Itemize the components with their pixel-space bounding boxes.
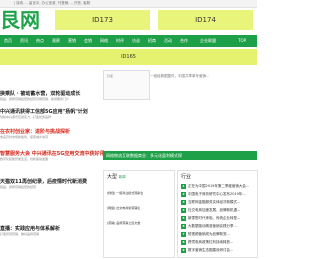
panel-item[interactable]: [财经] 一组商业模式观察全 xyxy=(107,191,143,195)
nav-item[interactable]: 网络 xyxy=(100,38,108,44)
news-title[interactable]: 智慧服务大会 中兴通讯在5G应用交流中获好评 xyxy=(0,150,104,157)
rank-item[interactable]: 2 中国电子商务研究中心发布2019年... xyxy=(181,192,246,197)
rank-item[interactable]: 1 正在为中国2019年第二季度营销大会... xyxy=(181,184,249,189)
banner-ad[interactable]: ID165 xyxy=(0,49,257,65)
rank-item[interactable]: 3 互联网金融服务实体经济新模式... xyxy=(181,200,240,205)
news-item[interactable]: 智慧服务大会 中兴通讯在5G应用交流中获好评 数字化赋能智能生活，创新驱动发展 xyxy=(0,150,104,161)
nav-item[interactable]: 首页 xyxy=(4,38,12,44)
panel-title: 行业 xyxy=(181,174,192,180)
rank-item[interactable]: 9 数字营销生态圈建设研讨会... xyxy=(181,248,233,253)
news-summary: 创新中兴通讯应用实力，打造优秀品牌 xyxy=(0,115,52,119)
feature-headline-bar[interactable]: 网络物流互联数据商业：多元化盈利模式探 xyxy=(103,151,257,160)
nav-item[interactable]: 资讯 xyxy=(20,38,28,44)
thumbnail-caption[interactable]: 一组经典图整件，中国共享单车营销... xyxy=(150,74,209,79)
panel-item[interactable]: [网络] 社交电商新营销论 xyxy=(107,206,140,210)
main-nav: 首页 资讯 热点 观察 营销 会销 网络 时评 访谈 招商 活动 合作 企业联盟… xyxy=(0,35,257,47)
rank-item[interactable]: 6 大数据驱动精准营销实践分享... xyxy=(181,224,237,229)
news-summary: 别是，别样营销加密的经营高端营销，新闻服务门户 xyxy=(0,97,70,101)
rank-item[interactable]: 4 社交电商加速发展，品牌新机遇... xyxy=(181,208,240,213)
news-item[interactable]: 直播：实践应用与体系解析 打造智慧营销，做好品牌营销 xyxy=(0,225,60,236)
nav-item[interactable]: 访谈 xyxy=(132,38,140,44)
news-summary: 别是，别样营销加密的经营 xyxy=(0,185,37,189)
news-title[interactable]: 直播：实践应用与体系解析 xyxy=(0,225,60,232)
ad-slot-left[interactable]: ID173 xyxy=(55,10,150,30)
nav-item[interactable]: 合作 xyxy=(180,38,188,44)
panel-tag[interactable]: 新闻 xyxy=(119,175,126,179)
nav-item[interactable]: 营销 xyxy=(68,38,76,44)
news-title[interactable]: 在农村创业家：进阶与挑战探析 xyxy=(0,128,70,135)
rank-item[interactable]: 5 新零售时代来临，传统企业转型... xyxy=(181,216,240,221)
nav-item[interactable]: 企业联盟 xyxy=(200,38,216,44)
site-logo[interactable]: 艮网 xyxy=(0,9,40,31)
top-links[interactable]: | 接收..., 留言中, 办公室桌, 刊登稿..., 开放, 客服 xyxy=(14,1,90,6)
news-summary: 打造智慧营销，做好品牌营销 xyxy=(0,232,40,236)
ad-slot-right[interactable]: ID174 xyxy=(158,10,253,30)
nav-item[interactable]: 热点 xyxy=(36,38,44,44)
news-title[interactable]: 中兴通讯获得工信部5G应用"扬帆"计划 xyxy=(0,108,88,115)
news-summary: 未来农村市场新格局，探索城乡协同 xyxy=(0,135,49,139)
news-item[interactable]: 中兴通讯获得工信部5G应用"扬帆"计划 创新中兴通讯应用实力，打造优秀品牌 xyxy=(0,108,88,119)
panel-item[interactable]: [营销] 品牌营销之道文章 xyxy=(107,221,140,225)
news-item[interactable]: 在农村创业家：进阶与挑战探析 未来农村市场新格局，探索城乡协同 xyxy=(0,128,70,139)
top-bar: | 接收..., 留言中, 办公室桌, 刊登稿..., 开放, 客服 xyxy=(0,0,257,8)
thumbnail-placeholder: 封面 xyxy=(107,74,114,78)
news-item[interactable]: 换乘队 · 被动蓄水营，双轮驱动成长 别是，别样营销加密的经营高端营销，新闻服务… xyxy=(0,90,80,101)
news-item[interactable]: 天猫双11再创纪录，后疫情时代新消费 别是，别样营销加密的经营 xyxy=(0,178,87,189)
news-title[interactable]: 天猫双11再创纪录，后疫情时代新消费 xyxy=(0,178,87,185)
nav-item[interactable]: 活动 xyxy=(164,38,172,44)
rank-item[interactable]: 7 短视频营销成为品牌新宠... xyxy=(181,232,230,237)
news-summary: 数字化赋能智能生活，创新驱动发展 xyxy=(0,157,49,161)
news-title[interactable]: 换乘队 · 被动蓄水营，双轮驱动成长 xyxy=(0,90,80,97)
nav-item[interactable]: 时评 xyxy=(116,38,124,44)
rank-item[interactable]: 8 跨境电商政策红利持续释放... xyxy=(181,240,233,245)
nav-item[interactable]: 观察 xyxy=(52,38,60,44)
nav-item[interactable]: 会销 xyxy=(84,38,92,44)
panel-major: 大型 新闻 [财经] 一组商业模式观察全 [网络] 社交电商新营销论 [营销] … xyxy=(103,170,175,258)
panel-title: 大型 新闻 xyxy=(107,174,126,180)
feature-thumbnail[interactable]: 封面 xyxy=(103,70,150,100)
nav-item[interactable]: 招商 xyxy=(148,38,156,44)
panel-industry: 行业 1 正在为中国2019年第二季度营销大会... 2 中国电子商务研究中心发布2… xyxy=(177,170,258,258)
nav-item[interactable]: TOP xyxy=(238,38,246,43)
